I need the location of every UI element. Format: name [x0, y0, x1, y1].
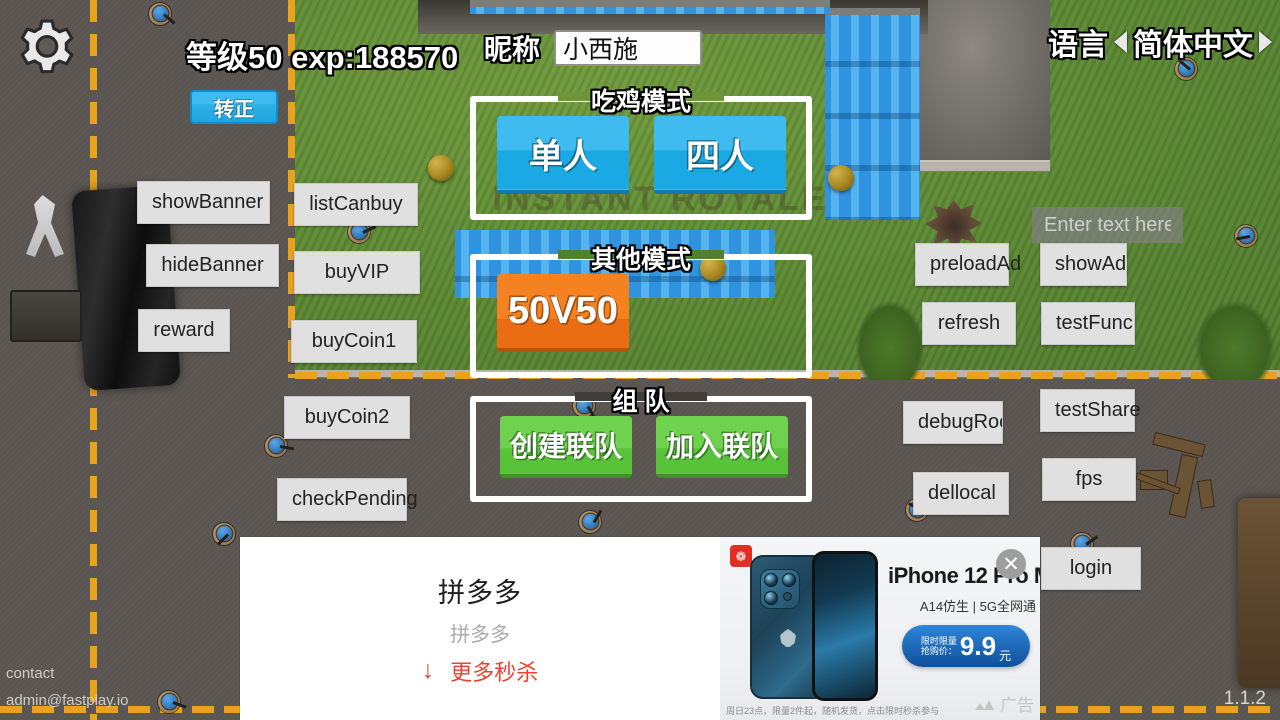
refresh-button[interactable]: refresh — [922, 302, 1016, 345]
price-unit: 元 — [999, 649, 1012, 663]
nickname-row: 昵称 — [484, 28, 703, 68]
fiftyvfifty-button[interactable]: 50V50 — [497, 274, 629, 352]
language-label: 语言 — [1048, 29, 1108, 62]
phone-product-image — [750, 551, 878, 703]
pdd-logo-icon: ❁ — [730, 545, 752, 567]
list-canbuy-button[interactable]: listCanbuy — [294, 183, 418, 226]
promote-button[interactable]: 转正 — [190, 90, 278, 124]
debug-room-button[interactable]: debugRoom — [903, 401, 1003, 444]
player-sprite — [155, 688, 187, 716]
ad-title: 拼多多 — [438, 577, 522, 608]
show-banner-button[interactable]: showBanner — [137, 181, 270, 224]
reward-button[interactable]: reward — [138, 309, 230, 352]
download-arrow-icon: ↓ — [421, 656, 435, 684]
contact-label: contact — [6, 665, 55, 682]
ad-price-badge: 限时限量 抢购价： 9.9 元 — [902, 625, 1030, 667]
phone-front — [812, 551, 878, 701]
apple-logo-icon — [780, 629, 796, 647]
language-selector[interactable]: 语言 简体中文 — [1048, 20, 1272, 64]
building-base — [920, 162, 1050, 171]
buy-vip-button[interactable]: buyVIP — [294, 251, 420, 294]
test-func-button[interactable]: testFunc — [1041, 302, 1135, 345]
ad-creative[interactable]: ❁ iPhone 12 Pro Max A14仿生 | 5G全网通 — [720, 537, 1040, 720]
text-input[interactable] — [1032, 207, 1183, 243]
player-sprite — [210, 520, 238, 548]
language-value: 简体中文 — [1133, 29, 1253, 62]
contact-block: contact admin@fastplay.io — [6, 660, 129, 714]
test-share-button[interactable]: testShare — [1040, 389, 1141, 432]
ad-more-label: 更多秒杀 — [450, 659, 539, 685]
bush-sprite — [1195, 300, 1275, 380]
group-team: 组 队 创建联队 加入联队 — [470, 382, 812, 502]
contact-email: admin@fastplay.io — [6, 692, 129, 709]
price-value: 9.9 — [959, 631, 997, 661]
create-team-button[interactable]: 创建联队 — [500, 416, 632, 478]
camera-module — [760, 569, 800, 609]
crate-sprite — [1238, 498, 1280, 688]
nickname-input[interactable] — [554, 30, 703, 66]
show-ad-button[interactable]: showAd — [1040, 243, 1127, 286]
ad-mark-icon — [975, 699, 994, 710]
ad-left-panel[interactable]: 拼多多 拼多多 ↓ 更多秒杀 — [240, 537, 720, 720]
group-title: 组 队 — [612, 388, 670, 416]
dellocal-button[interactable]: dellocal — [913, 472, 1009, 515]
ammo-box-sprite — [10, 290, 82, 342]
building-gray — [920, 0, 1050, 168]
chevron-right-icon[interactable] — [1259, 31, 1272, 53]
level-exp-text: 等级50 exp:188570 — [186, 40, 459, 75]
squad-mode-button[interactable]: 四人 — [654, 116, 786, 194]
login-button[interactable]: login — [1041, 547, 1141, 590]
buy-coin1-button[interactable]: buyCoin1 — [291, 320, 417, 363]
preload-ad-button[interactable]: preloadAd — [915, 243, 1021, 286]
player-sprite — [146, 0, 176, 28]
bush-sprite — [855, 300, 925, 380]
check-pending-button[interactable]: checkPending — [277, 478, 418, 521]
chevron-left-icon[interactable] — [1114, 31, 1127, 53]
group-chicken-mode: 吃鸡模式 单人 四人 — [470, 82, 812, 220]
ad-fine-print: 周日23点，限量2件起，随机发货，点击限时秒杀参与 — [726, 706, 940, 716]
fps-button[interactable]: fps — [1042, 458, 1136, 501]
ad-product-spec: A14仿生 | 5G全网通 — [919, 599, 1036, 614]
close-icon[interactable]: ✕ — [996, 549, 1026, 579]
price-caption: 限时限量 抢购价： — [920, 635, 957, 656]
gear-icon[interactable] — [14, 18, 80, 84]
solo-mode-button[interactable]: 单人 — [497, 116, 629, 194]
nickname-label: 昵称 — [484, 34, 541, 65]
ad-more-link[interactable]: ↓ 更多秒杀 — [422, 655, 539, 687]
join-team-button[interactable]: 加入联队 — [656, 416, 788, 478]
ad-banner[interactable]: 拼多多 拼多多 ↓ 更多秒杀 ❁ iPhone 12 A14仿生 | 5G全网通… — [240, 537, 1040, 720]
buy-coin2-button[interactable]: buyCoin2 — [284, 396, 410, 439]
ad-watermark: 广告 — [975, 691, 1034, 716]
group-title: 吃鸡模式 — [590, 88, 692, 116]
version-label: 1.1.2 — [1223, 688, 1266, 709]
group-other-mode: 其他模式 50V50 — [470, 240, 812, 378]
game-screen: INSTANT ROYALE 等级50 exp:188570 转正 语言 简体中… — [0, 0, 1280, 720]
ad-subtitle: 拼多多 — [450, 623, 510, 646]
main-menu-panel: 昵称 吃鸡模式 单人 四人 其他模式 50V50 组 队 创建联队 加入联队 — [448, 0, 833, 522]
group-title: 其他模式 — [590, 246, 692, 274]
player-sprite — [1232, 222, 1260, 250]
hide-banner-button[interactable]: hideBanner — [146, 244, 279, 287]
